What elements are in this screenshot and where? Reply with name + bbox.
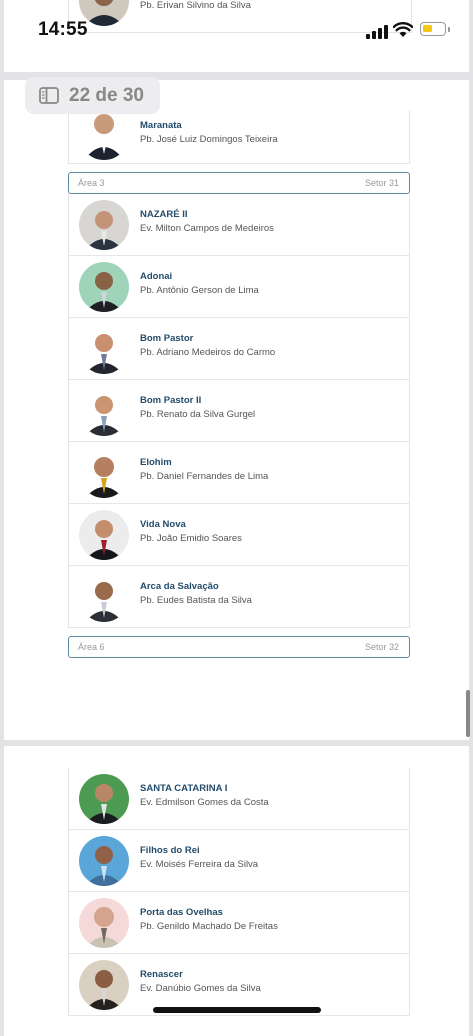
pastor-photo	[79, 572, 129, 622]
list-item[interactable]: Arca da Salvação Pb. Eudes Batista da Si…	[69, 566, 409, 628]
church-name: Arca da Salvação	[140, 581, 219, 592]
document-page: Maranata Pb. José Luiz Domingos Teixeira…	[4, 80, 469, 740]
page-indicator-label: 22 de 30	[69, 85, 144, 106]
pastor-name: Ev. Milton Campos de Medeiros	[140, 223, 274, 234]
church-name: Filhos do Rei	[140, 845, 200, 856]
pastor-name: Pb. Antônio Gerson de Lima	[140, 285, 259, 296]
area-label: Área 3	[78, 178, 105, 188]
section-header: Área 6 Setor 32	[68, 636, 410, 658]
pastor-photo	[79, 960, 129, 1010]
pastor-name: Pb. Daniel Fernandes de Lima	[140, 471, 269, 482]
pastor-name: Ev. Danúbio Gomes da Silva	[140, 983, 261, 994]
list-item[interactable]: Elohim Pb. Daniel Fernandes de Lima	[69, 442, 409, 504]
area-label: Área 6	[78, 642, 105, 652]
pastor-name: Pb. Eudes Batista da Silva	[140, 595, 252, 606]
card-group: NAZARÉ II Ev. Milton Campos de Medeiros …	[68, 194, 410, 628]
church-name: Maranata	[140, 120, 182, 131]
list-item[interactable]: Maranata Pb. José Luiz Domingos Teixeira	[69, 110, 409, 164]
pastor-photo	[79, 200, 129, 250]
church-name: Bom Pastor	[140, 333, 194, 344]
pastor-name: Pb. José Luiz Domingos Teixeira	[140, 134, 278, 145]
pastor-photo	[79, 386, 129, 436]
page-indicator[interactable]: 22 de 30	[25, 77, 160, 114]
list-item[interactable]: Bom Pastor II Pb. Renato da Silva Gurgel	[69, 380, 409, 442]
sidebar-icon	[39, 87, 59, 104]
church-name: Adonai	[140, 271, 173, 282]
pastor-photo	[79, 774, 129, 824]
status-bar: 14:55	[0, 0, 473, 58]
wifi-icon	[393, 22, 413, 37]
card-group: Maranata Pb. José Luiz Domingos Teixeira	[68, 110, 410, 164]
list-item[interactable]: SANTA CATARINA I Ev. Edmilson Gomes da C…	[69, 768, 409, 830]
pastor-name: Pb. João Emidio Soares	[140, 533, 242, 544]
pastor-name: Pb. Genildo Machado De Freitas	[140, 921, 278, 932]
pastor-photo	[79, 110, 129, 160]
church-name: Bom Pastor II	[140, 395, 202, 406]
next-page: SANTA CATARINA I Ev. Edmilson Gomes da C…	[4, 746, 469, 1036]
list-item[interactable]: Vida Nova Pb. João Emidio Soares	[69, 504, 409, 566]
cellular-signal-icon	[366, 25, 388, 39]
pastor-photo	[79, 836, 129, 886]
setor-label: Setor 31	[364, 178, 399, 188]
pastor-name: Ev. Moisés Ferreira da Silva	[140, 859, 259, 870]
list-item[interactable]: Porta das Ovelhas Pb. Genildo Machado De…	[69, 892, 409, 954]
home-indicator[interactable]	[153, 1007, 321, 1013]
pastor-name: Pb. Renato da Silva Gurgel	[140, 409, 256, 420]
pastor-name: Pb. Adriano Medeiros do Carmo	[140, 347, 276, 358]
setor-label: Setor 32	[364, 642, 399, 652]
church-name: NAZARÉ II	[140, 209, 188, 220]
pastor-photo	[79, 898, 129, 948]
status-time: 14:55	[38, 19, 88, 40]
battery-cap	[448, 27, 450, 32]
pastor-photo	[79, 510, 129, 560]
pastor-photo	[79, 324, 129, 374]
list-item[interactable]: NAZARÉ II Ev. Milton Campos de Medeiros	[69, 194, 409, 256]
church-name: Renascer	[140, 969, 183, 980]
church-name: Vida Nova	[140, 519, 186, 530]
pastor-photo	[79, 448, 129, 498]
card-group: SANTA CATARINA I Ev. Edmilson Gomes da C…	[68, 768, 410, 1016]
church-name: Elohim	[140, 457, 172, 468]
church-name: Porta das Ovelhas	[140, 907, 223, 918]
section-header: Área 3 Setor 31	[68, 172, 410, 194]
battery-icon	[420, 22, 446, 36]
church-list: SANTA CATARINA I Ev. Edmilson Gomes da C…	[68, 768, 410, 1016]
pastor-name: Ev. Edmilson Gomes da Costa	[140, 797, 269, 808]
pastor-photo	[79, 262, 129, 312]
list-item[interactable]: Filhos do Rei Ev. Moisés Ferreira da Sil…	[69, 830, 409, 892]
church-name: SANTA CATARINA I	[140, 783, 228, 794]
church-list: Maranata Pb. José Luiz Domingos Teixeira…	[68, 110, 410, 662]
list-item[interactable]: Bom Pastor Pb. Adriano Medeiros do Carmo	[69, 318, 409, 380]
scrollbar[interactable]	[466, 690, 470, 737]
list-item[interactable]: Adonai Pb. Antônio Gerson de Lima	[69, 256, 409, 318]
